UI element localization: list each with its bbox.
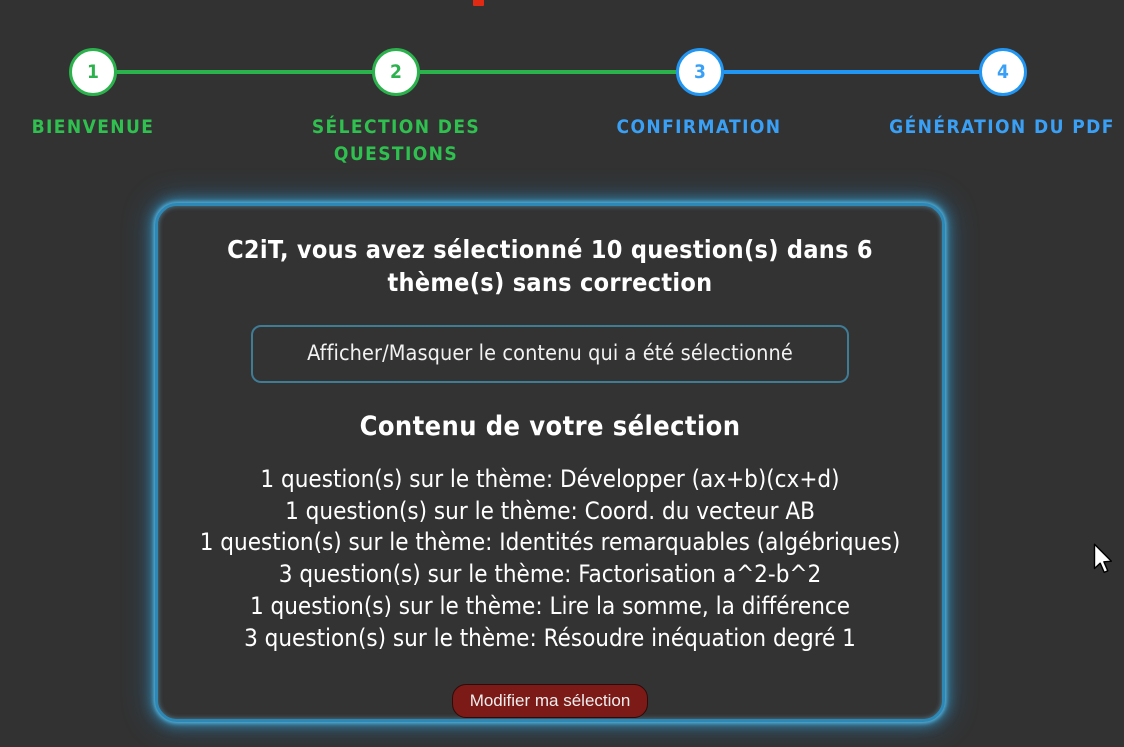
summary-heading: C2iT, vous avez sélectionné 10 question(…	[227, 235, 873, 297]
step-node-4[interactable]: 4	[979, 48, 1027, 96]
progress-stepper: 1 2 3 4 BIENVENUE SÉLECTION DES QUESTION…	[0, 0, 1124, 180]
mouse-pointer-icon	[1093, 543, 1113, 574]
modify-selection-button[interactable]: Modifier ma sélection	[451, 684, 649, 719]
step-connector-3-4	[724, 70, 980, 74]
selection-summary-card: C2iT, vous avez sélectionné 10 question(…	[155, 203, 945, 722]
step-node-2-number: 2	[390, 61, 402, 83]
selection-content-title: Contenu de votre sélection	[359, 411, 741, 442]
step-node-3[interactable]: 3	[676, 48, 724, 96]
step-label-confirmation: CONFIRMATION	[616, 116, 782, 138]
step-label-selection: SÉLECTION DES QUESTIONS	[311, 116, 481, 165]
list-item: 3 question(s) sur le thème: Factorisatio…	[278, 560, 822, 589]
list-item: 1 question(s) sur le thème: Coord. du ve…	[285, 496, 815, 525]
step-connector-1-2	[116, 70, 374, 74]
list-item: 3 question(s) sur le thème: Résoudre iné…	[244, 623, 856, 652]
step-connector-2-3	[420, 70, 678, 74]
stepper-track: 1 2 3 4	[0, 0, 1124, 120]
step-node-4-number: 4	[997, 61, 1009, 83]
step-node-1[interactable]: 1	[69, 48, 117, 96]
step-node-2[interactable]: 2	[372, 48, 420, 96]
step-node-3-number: 3	[694, 61, 706, 83]
selected-themes-list: 1 question(s) sur le thème: Développer (…	[180, 464, 920, 654]
list-item: 1 question(s) sur le thème: Identités re…	[199, 528, 901, 557]
step-label-generation-pdf: GÉNÉRATION DU PDF	[889, 116, 1115, 138]
toggle-selected-content-button[interactable]: Afficher/Masquer le contenu qui a été sé…	[251, 325, 849, 383]
step-node-1-number: 1	[87, 61, 99, 83]
list-item: 1 question(s) sur le thème: Lire la somm…	[249, 591, 851, 620]
step-label-bienvenue: BIENVENUE	[31, 116, 155, 138]
list-item: 1 question(s) sur le thème: Développer (…	[260, 465, 840, 493]
